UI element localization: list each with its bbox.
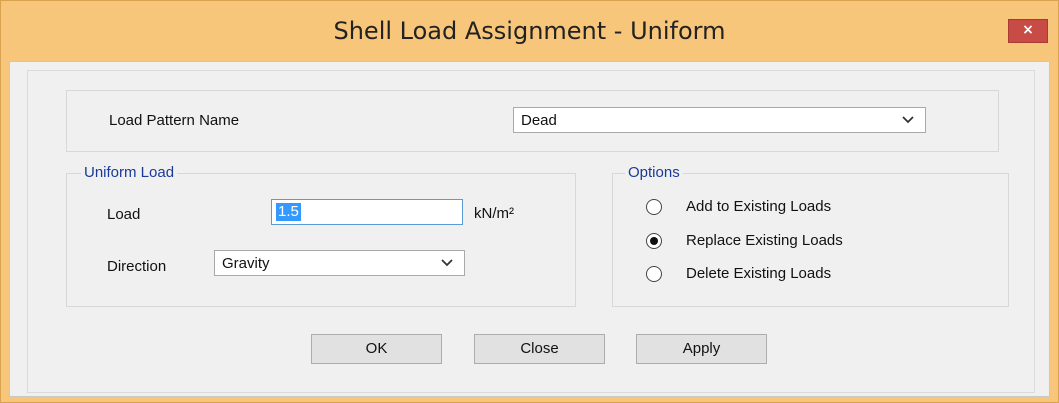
ok-button[interactable]: OK <box>311 334 442 364</box>
load-unit-label: kN/m² <box>474 205 514 222</box>
apply-button[interactable]: Apply <box>636 334 767 364</box>
title-bar[interactable]: Shell Load Assignment - Uniform × <box>1 1 1058 61</box>
options-legend: Options <box>625 164 683 181</box>
load-input[interactable]: 1.5 <box>271 199 463 225</box>
load-pattern-label: Load Pattern Name <box>109 112 240 129</box>
dialog-title: Shell Load Assignment - Uniform <box>333 17 726 45</box>
radio-selected-dot <box>650 237 658 245</box>
load-label: Load <box>107 206 141 223</box>
option-label: Delete Existing Loads <box>686 265 832 282</box>
option-replace-existing[interactable]: Replace Existing Loads <box>646 231 946 255</box>
load-pattern-value: Dead <box>521 112 557 129</box>
option-label: Replace Existing Loads <box>686 232 843 249</box>
load-pattern-select[interactable]: Dead <box>513 107 926 133</box>
uniform-load-legend: Uniform Load <box>81 164 178 181</box>
close-icon: × <box>1022 22 1034 38</box>
dialog-inner-frame: Load Pattern Name Dead Uniform Load Load… <box>27 70 1035 393</box>
chevron-down-icon <box>902 116 914 124</box>
radio-delete-existing[interactable] <box>646 266 662 282</box>
option-label: Add to Existing Loads <box>686 198 832 215</box>
direction-value: Gravity <box>222 255 270 272</box>
load-input-value: 1.5 <box>276 203 301 221</box>
chevron-down-icon <box>441 259 453 267</box>
close-window-button[interactable]: × <box>1008 19 1048 43</box>
radio-add-to-existing[interactable] <box>646 199 662 215</box>
close-button[interactable]: Close <box>474 334 605 364</box>
direction-select[interactable]: Gravity <box>214 250 465 276</box>
option-delete-existing[interactable]: Delete Existing Loads <box>646 264 946 288</box>
uniform-load-group: Uniform Load Load 1.5 kN/m² Direction Gr… <box>66 164 576 307</box>
dialog-window: Shell Load Assignment - Uniform × Load P… <box>0 0 1059 403</box>
radio-replace-existing[interactable] <box>646 233 662 249</box>
dialog-client-area: Load Pattern Name Dead Uniform Load Load… <box>9 61 1050 397</box>
option-add-to-existing[interactable]: Add to Existing Loads <box>646 197 946 221</box>
options-group: Options Add to Existing Loads Replace Ex… <box>612 164 1009 307</box>
load-pattern-group: Load Pattern Name Dead <box>66 90 999 152</box>
direction-label: Direction <box>107 258 167 275</box>
